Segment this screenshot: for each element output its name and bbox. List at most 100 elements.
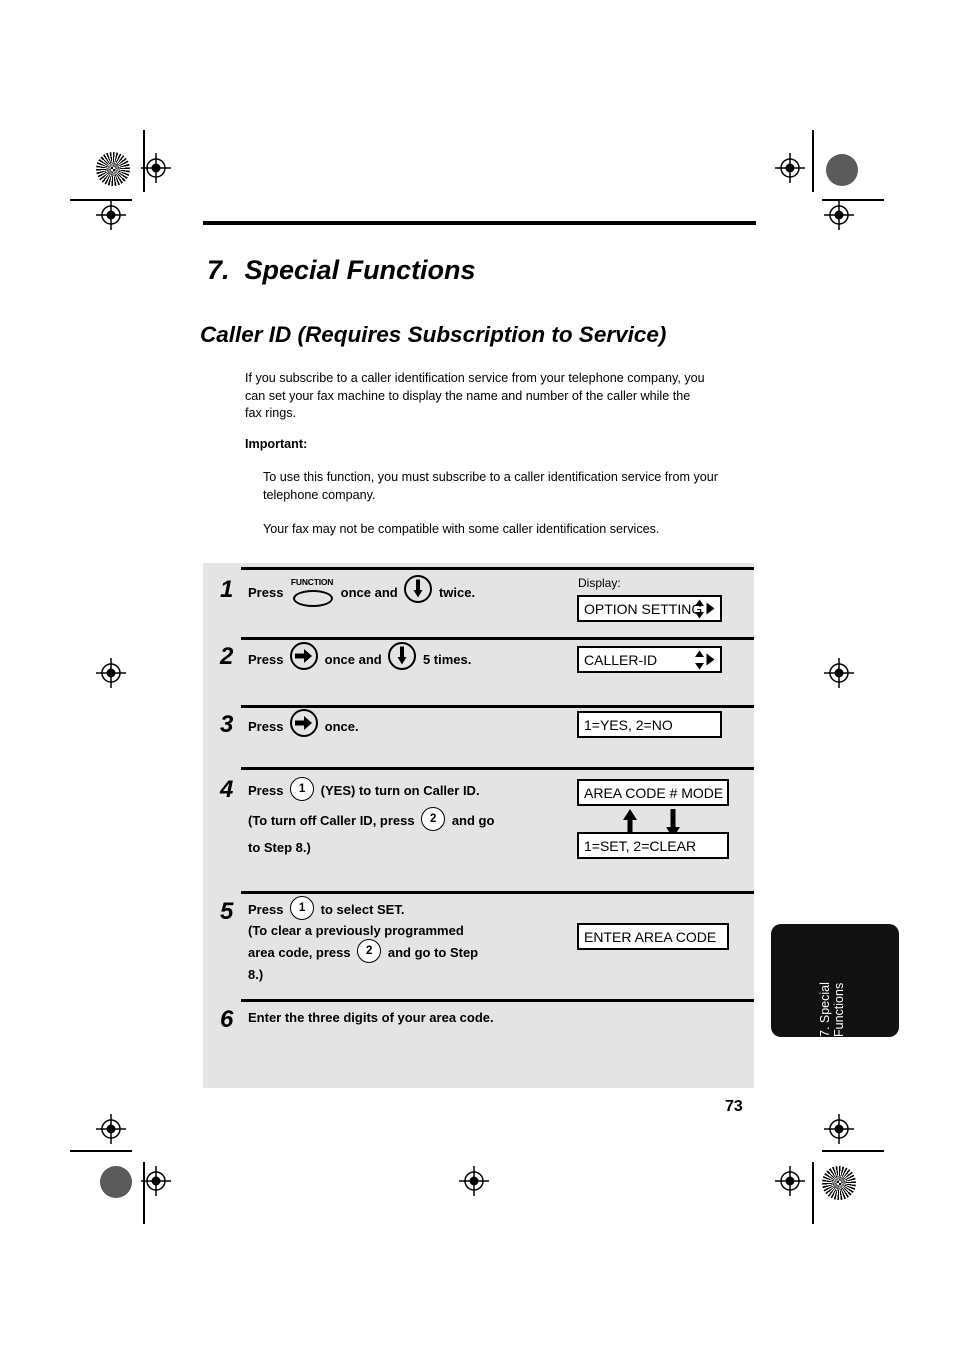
crosshair-target-bottom-left	[141, 1166, 171, 1196]
step-5-display: ENTER AREA CODE	[577, 923, 729, 950]
step-separator-5	[241, 999, 754, 1002]
step-3-display-text: 1=YES, 2=NO	[584, 716, 673, 733]
chapter-title: 7. Special Functions	[207, 255, 476, 285]
step-2-text: Press once and 5 times.	[248, 642, 471, 675]
step-5-press-label: Press	[248, 902, 288, 917]
step-5-line1-end: to select SET.	[317, 902, 405, 917]
step-4-text-line2: (To turn off Caller ID, press 2 and go	[248, 806, 494, 836]
key-1-label: 1	[298, 783, 306, 795]
crosshair-target-top-left	[141, 153, 171, 183]
down-arrow-glyph	[413, 579, 423, 598]
crosshair-target-left-upper	[96, 200, 126, 230]
step-4-line2-start: (To turn off Caller ID, press	[248, 813, 419, 828]
right-arrow-glyph	[295, 716, 313, 730]
step-4-text-line3: to Step 8.)	[248, 840, 311, 855]
display-arrow-indicators	[694, 650, 715, 670]
step-5-line3-end: and go to Step	[384, 945, 479, 960]
steps-panel: 1 Press FUNCTION once and twice. Display…	[203, 563, 754, 1088]
step-separator-3	[241, 767, 754, 770]
crop-line-horizontal-bottomleft	[70, 1150, 132, 1152]
function-key-oval	[293, 590, 334, 607]
crosshair-target-right-lower	[824, 1114, 854, 1144]
key-1-icon[interactable]: 1	[290, 777, 315, 801]
step-4-number: 4	[220, 776, 234, 803]
step-3-text: Press once.	[248, 709, 359, 742]
step-3-end-label: once.	[321, 719, 359, 734]
step-6-text: Enter the three digits of your area code…	[248, 1010, 494, 1025]
right-arrow-glyph	[295, 649, 313, 663]
key-2-label: 2	[430, 813, 437, 825]
right-arrow-icon	[706, 653, 715, 666]
step-3-press-label: Press	[248, 719, 288, 734]
step-separator-4	[241, 891, 754, 894]
crosshair-target-right-middle	[824, 658, 854, 688]
important-label: Important:	[245, 437, 308, 451]
step-1-display-text: OPTION SETTING	[584, 600, 703, 617]
header-rule	[203, 221, 756, 225]
right-arrow-icon	[706, 602, 715, 615]
crop-line-vertical-bottomright	[812, 1162, 814, 1224]
step-1-display: OPTION SETTING	[577, 595, 722, 622]
step-4-display-top: AREA CODE # MODE	[577, 779, 729, 806]
step-4-text-line1: Press 1 (YES) to turn on Caller ID.	[248, 776, 480, 806]
step-6-number: 6	[220, 1006, 234, 1033]
crosshair-target-right-upper	[824, 200, 854, 230]
chapter-side-tab-label: 7. Special Functions	[818, 982, 846, 1037]
starburst-mark-bottom-right	[822, 1166, 856, 1200]
step-1-mid-label: once and	[337, 585, 402, 600]
gray-dot-mark-bottom-left	[100, 1166, 132, 1198]
step-4-line1-end: (YES) to turn on Caller ID.	[317, 783, 480, 798]
down-arrow-glyph	[397, 646, 407, 665]
right-arrow-key-icon[interactable]	[290, 642, 319, 670]
step-separator-1	[241, 637, 754, 640]
crop-line-horizontal-bottomright	[822, 1150, 884, 1152]
step-3-display: 1=YES, 2=NO	[577, 711, 722, 738]
step-2-display-text: CALLER-ID	[584, 651, 658, 668]
starburst-mark-top-left	[96, 152, 130, 186]
chapter-side-tab: 7. Special Functions	[771, 924, 899, 1037]
step-1-end-label: twice.	[435, 585, 476, 600]
updown-arrow-icon	[695, 650, 704, 669]
display-arrow-indicators	[694, 599, 715, 619]
step-4-display-bottom-text: 1=SET, 2=CLEAR	[584, 837, 697, 854]
step-2-display: CALLER-ID	[577, 646, 722, 673]
step-1-text: Press FUNCTION once and twice.	[248, 575, 475, 608]
step-5-text-line4: 8.)	[248, 967, 264, 982]
right-arrow-key-icon[interactable]	[290, 709, 319, 737]
step-5-display-text: ENTER AREA CODE	[584, 928, 717, 945]
step-5-number: 5	[220, 898, 234, 925]
key-2-icon[interactable]: 2	[357, 939, 382, 963]
step-4-display-top-text: AREA CODE # MODE	[584, 784, 724, 801]
key-2-icon[interactable]: 2	[421, 807, 446, 831]
important-note-2: Your fax may not be compatible with some…	[263, 522, 660, 536]
step-2-press-label: Press	[248, 652, 288, 667]
step-1-number: 1	[220, 576, 234, 603]
crosshair-target-left-lower	[96, 1114, 126, 1144]
function-key-icon[interactable]: FUNCTION	[290, 577, 334, 607]
step-5-text-line3: area code, press 2 and go to Step	[248, 938, 478, 968]
step-2-number: 2	[220, 643, 234, 670]
crosshair-target-bottom-right	[775, 1166, 805, 1196]
key-2-label: 2	[366, 945, 373, 957]
crosshair-target-left-middle	[96, 658, 126, 688]
function-key-label: FUNCTION	[290, 577, 334, 587]
down-arrow-key-icon[interactable]	[404, 575, 433, 603]
section-title: Caller ID (Requires Subscription to Serv…	[200, 322, 667, 347]
step-4-press-label: Press	[248, 783, 288, 798]
page-number: 73	[725, 1098, 743, 1115]
gray-dot-mark-top-right	[826, 154, 858, 186]
step-separator-2	[241, 705, 754, 708]
step-2-end-label: 5 times.	[419, 652, 472, 667]
step-2-mid-label: once and	[321, 652, 386, 667]
step-4-display-bottom: 1=SET, 2=CLEAR	[577, 832, 729, 859]
crop-line-vertical-right	[812, 130, 814, 192]
step-4-line2-end: and go	[448, 813, 495, 828]
step-5-line3-start: area code, press	[248, 945, 355, 960]
crosshair-target-bottom-center	[459, 1166, 489, 1196]
step-1-press-label: Press	[248, 585, 288, 600]
step-separator-top	[241, 567, 754, 570]
intro-paragraph: If you subscribe to a caller identificat…	[245, 371, 705, 420]
important-note-1: To use this function, you must subscribe…	[263, 470, 718, 502]
down-arrow-key-icon[interactable]	[388, 642, 417, 670]
display-label: Display:	[578, 576, 621, 590]
